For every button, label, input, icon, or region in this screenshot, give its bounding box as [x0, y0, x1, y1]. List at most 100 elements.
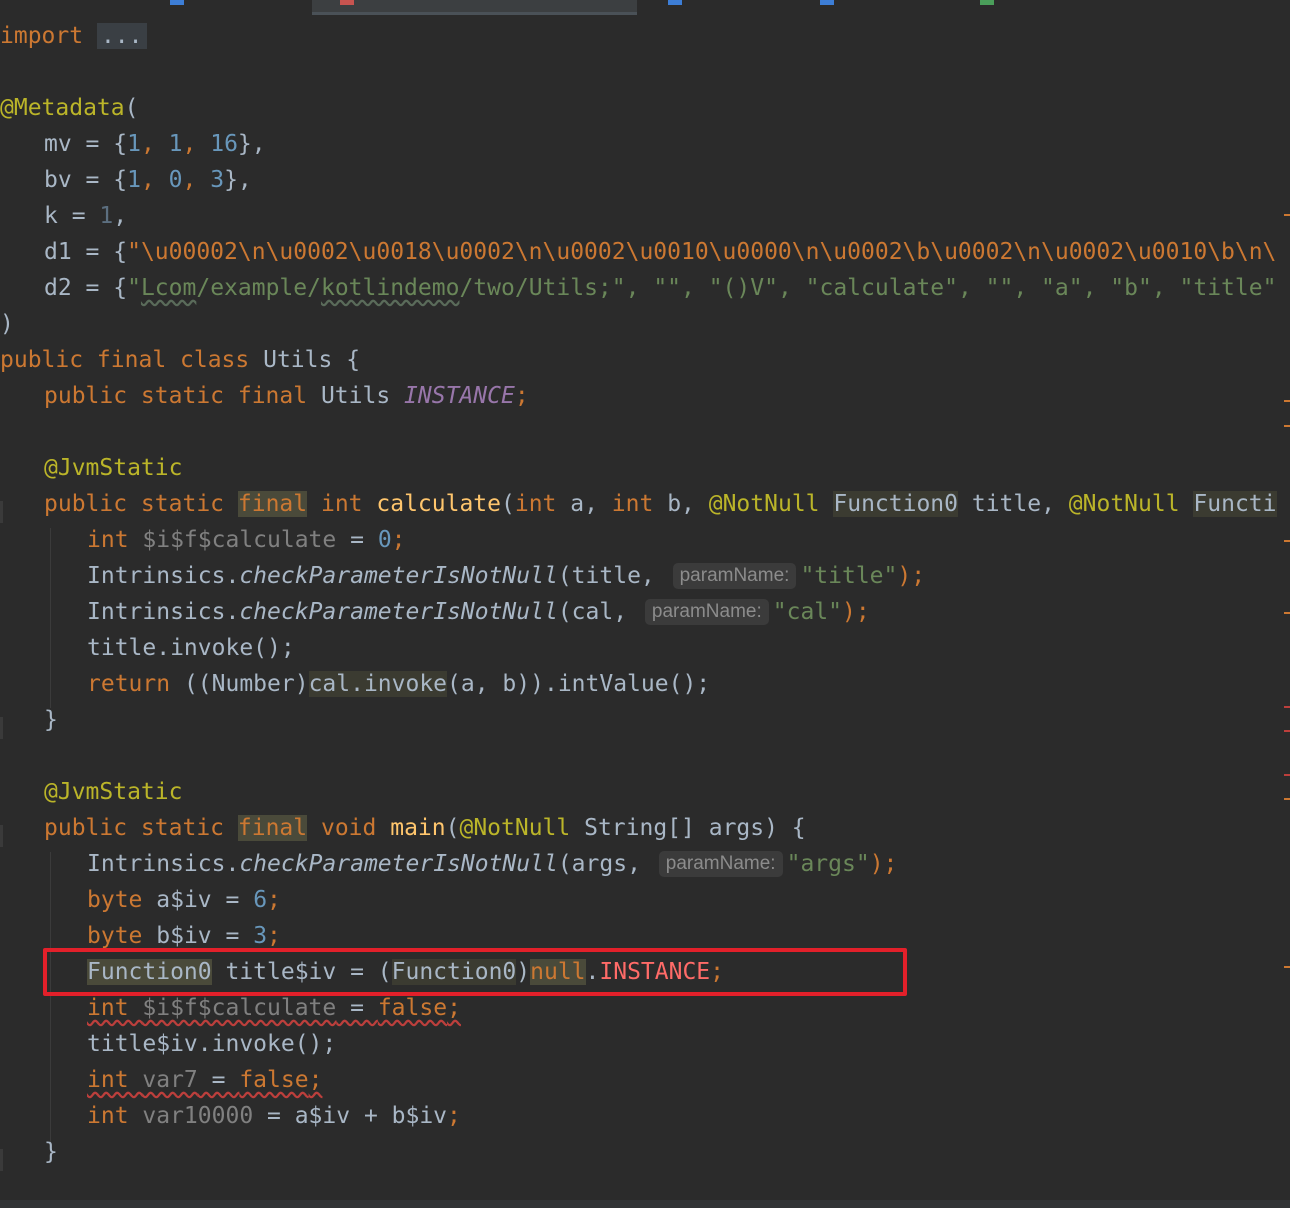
punct: , — [182, 167, 211, 193]
punct: ; — [514, 383, 529, 409]
kotlin-file-icon[interactable] — [820, 0, 834, 5]
keyword: int — [87, 1103, 143, 1129]
punct: ; — [267, 923, 281, 949]
code-line-instance[interactable]: public static final Utils INSTANCE; — [44, 378, 529, 414]
code-text: title, — [958, 491, 1069, 517]
kotlin-file-icon[interactable] — [668, 0, 682, 5]
code-line-d2[interactable]: d2 = {"Lcom/example/kotlindemo/two/Utils… — [44, 270, 1276, 306]
code-line-bv[interactable]: bv = {1, 0, 3}, — [44, 162, 252, 198]
method-call: checkParameterIsNotNull — [239, 599, 558, 625]
code-line-close-brace[interactable]: } — [44, 702, 58, 738]
code-line-calculate-signature[interactable]: public static final int calculate(int a,… — [44, 486, 1277, 522]
code-text: = — [57, 203, 100, 229]
punct: , — [140, 131, 169, 157]
keyword: int — [514, 491, 557, 517]
keyword-highlighted: final — [237, 491, 308, 517]
code-line-d1[interactable]: d1 = {"\u00002\n\u0002\u0018\u0002\n\u00… — [44, 234, 1276, 270]
code-line-main-signature[interactable]: public static final void main(@NotNull S… — [44, 810, 806, 846]
number-literal: 0 — [168, 167, 183, 193]
punct: ); — [842, 599, 870, 625]
method-name: calculate — [376, 491, 501, 517]
code-line-mv[interactable]: mv = {1, 1, 16}, — [44, 126, 266, 162]
code-line-close-paren[interactable]: ) — [0, 306, 14, 342]
fold-marker[interactable] — [0, 1149, 3, 1171]
code-line-class[interactable]: public final class Utils { — [0, 342, 360, 378]
error-stripe-marker[interactable] — [1284, 706, 1290, 708]
error-stripe-marker[interactable] — [1284, 540, 1290, 542]
code-text: = — [211, 923, 254, 949]
code-text: String[] args) { — [570, 815, 806, 841]
code-line-title-iv-invoke[interactable]: title$iv.invoke(); — [87, 1026, 336, 1062]
code-line-calc-var[interactable]: int $i$f$calculate = 0; — [87, 522, 406, 558]
string-literal: kotlindemo — [320, 275, 460, 301]
code-text: = — [336, 527, 378, 553]
folded-imports[interactable]: ... — [96, 23, 147, 49]
code-text: = — [336, 995, 378, 1021]
active-editor-tab[interactable] — [312, 0, 637, 15]
error-stripe-marker[interactable] — [1284, 400, 1290, 402]
field-name: INSTANCE — [404, 383, 515, 409]
code-text: (title, — [557, 563, 669, 589]
code-text: = { — [71, 275, 128, 301]
code-line-title-invoke[interactable]: title.invoke(); — [87, 630, 295, 666]
annotation: @NotNull — [708, 491, 820, 517]
fold-marker[interactable] — [0, 825, 3, 847]
error-stripe-marker[interactable] — [1284, 798, 1290, 800]
kotlin-file-icon[interactable] — [170, 0, 184, 5]
editor-tab-bar — [0, 0, 1290, 15]
keyword: return — [87, 671, 184, 697]
error-stripe-marker[interactable] — [1284, 730, 1290, 732]
error-stripe-marker[interactable] — [1284, 425, 1290, 427]
code-text: (args, — [557, 851, 655, 877]
code-line-check-cal[interactable]: Intrinsics.checkParameterIsNotNull(cal, … — [87, 594, 870, 630]
code-line-return[interactable]: return ((Number)cal.invoke(a, b)).intVal… — [87, 666, 710, 702]
code-line-k[interactable]: k = 1, — [44, 198, 127, 234]
identifier: b$iv — [156, 923, 212, 949]
punct: , — [140, 167, 169, 193]
code-editor[interactable]: import ... @Metadata( mv = {1, 1, 16}, b… — [0, 18, 1290, 1200]
error-stripe-marker[interactable] — [1284, 774, 1290, 776]
code-line-check-title[interactable]: Intrinsics.checkParameterIsNotNull(title… — [87, 558, 925, 594]
code-line-int-var7[interactable]: int var7 = false; — [87, 1062, 322, 1098]
error-stripe-marker[interactable] — [1284, 214, 1290, 216]
punct: ; — [391, 527, 406, 553]
horizontal-scrollbar[interactable] — [0, 1200, 1290, 1208]
error-stripe-marker[interactable] — [1284, 612, 1290, 614]
keyword: int — [87, 527, 143, 553]
punct: ; — [267, 887, 281, 913]
fold-marker[interactable] — [0, 717, 3, 739]
code-line-import[interactable]: import ... — [0, 18, 147, 54]
gradle-file-icon[interactable] — [980, 0, 994, 5]
indent-guide — [50, 528, 51, 708]
code-line-close-brace-2[interactable]: } — [44, 1134, 58, 1170]
method-name: main — [390, 815, 446, 841]
unused-variable: $i$f$calculate — [142, 995, 337, 1021]
code-line-jvmstatic-1[interactable]: @JvmStatic — [44, 450, 182, 486]
fold-marker[interactable] — [0, 501, 3, 523]
red-highlight-box — [43, 948, 907, 996]
java-file-icon[interactable] — [340, 0, 354, 5]
code-line-byte-a[interactable]: byte a$iv = 6; — [87, 882, 281, 918]
number-literal: 3 — [210, 167, 225, 193]
code-line-check-args[interactable]: Intrinsics.checkParameterIsNotNull(args,… — [87, 846, 897, 882]
number-literal: 1 — [168, 131, 183, 157]
string-literal: , "", "()V", "calculate", "", "a", "b", … — [625, 275, 1277, 301]
punct: , — [182, 131, 211, 157]
punct: ; — [447, 1103, 461, 1129]
code-text: { — [332, 347, 361, 373]
string-literal: "title" — [800, 563, 898, 589]
class-name: Utils — [263, 347, 333, 373]
number-literal: 16 — [210, 131, 238, 157]
punct: ; — [308, 1067, 323, 1093]
annotation: @JvmStatic — [44, 779, 183, 805]
code-text: ( — [124, 95, 139, 121]
code-line-int-var10000[interactable]: int var10000 = a$iv + b$iv; — [87, 1098, 461, 1134]
code-line-jvmstatic-2[interactable]: @JvmStatic — [44, 774, 182, 810]
code-text: ( — [445, 815, 460, 841]
identifier: d1 — [44, 239, 72, 265]
string-literal: /example/ — [196, 275, 321, 301]
error-stripe-marker[interactable] — [1284, 966, 1290, 968]
code-text: = { — [71, 131, 128, 157]
code-line-metadata[interactable]: @Metadata( — [0, 90, 138, 126]
string-literal: " — [127, 275, 141, 301]
